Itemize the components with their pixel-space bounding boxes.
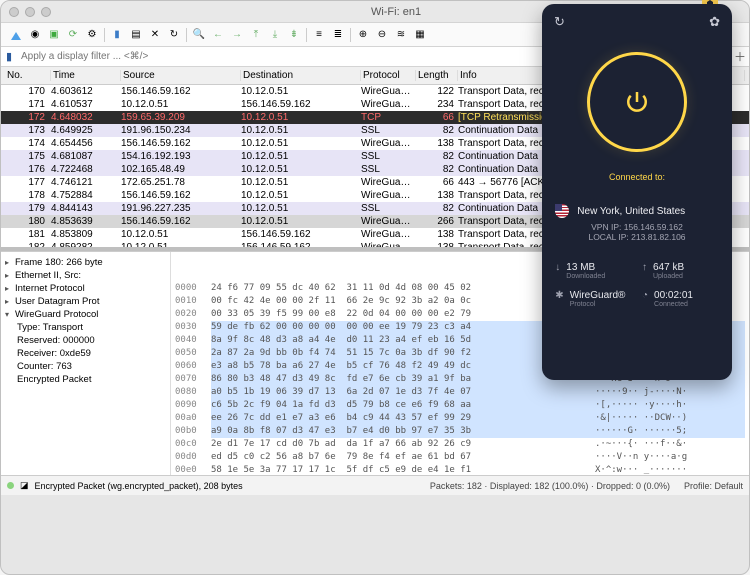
minimize-icon[interactable] <box>25 7 35 17</box>
col-destination[interactable]: Destination <box>241 70 361 81</box>
col-no[interactable]: No. <box>5 70 51 81</box>
status-packet-counts: Packets: 182 · Displayed: 182 (100.0%) ·… <box>430 481 670 491</box>
zoom-in-icon[interactable]: ⊕ <box>356 28 370 42</box>
uploaded-value: 647 kB <box>653 262 684 273</box>
autoscroll-icon[interactable]: ⇟ <box>287 28 301 42</box>
hex-row[interactable]: 0080a0 b5 1b 19 06 39 d7 13 6a 2d 07 1e … <box>175 386 745 399</box>
reload-icon[interactable]: ↻ <box>167 28 181 42</box>
upload-icon: ↑ <box>642 262 647 274</box>
clock-icon: ◔ <box>642 290 648 302</box>
align-icon[interactable]: ≣ <box>331 28 345 42</box>
packet-details-pane[interactable]: ▸Frame 180: 266 byte ▸Ethernet II, Src: … <box>1 252 171 475</box>
zoom-out-icon[interactable]: ⊖ <box>375 28 389 42</box>
col-protocol[interactable]: Protocol <box>361 70 416 81</box>
protocol-icon: ✱ <box>555 290 563 302</box>
expert-info-icon[interactable] <box>7 482 14 489</box>
hex-row[interactable]: 00c02e d1 7e 17 cd d0 7b ad da 1f a7 66 … <box>175 438 745 451</box>
tree-wg-counter[interactable]: Counter: 763 <box>17 360 72 373</box>
refresh-icon[interactable]: ↻ <box>554 14 565 30</box>
tree-frame[interactable]: Frame 180: 266 byte <box>15 256 103 269</box>
tree-ip[interactable]: Internet Protocol <box>15 282 85 295</box>
col-time[interactable]: Time <box>51 70 121 81</box>
hex-row[interactable]: 0090c6 5b 2c f9 04 1a fd d3 d5 79 b8 ce … <box>175 399 745 412</box>
close-file-icon[interactable]: ✕ <box>148 28 162 42</box>
status-packet-field: Encrypted Packet (wg.encrypted_packet), … <box>35 481 243 491</box>
save-file-icon[interactable]: ▤ <box>129 28 143 42</box>
add-filter-expr-button[interactable]: ＋ <box>731 48 749 65</box>
statusbar: ◪ Encrypted Packet (wg.encrypted_packet)… <box>1 475 749 495</box>
find-icon[interactable]: 🔍 <box>192 28 206 42</box>
download-icon: ↓ <box>555 262 560 274</box>
settings-icon[interactable]: ✿ <box>709 14 720 30</box>
protocol-value: WireGuard® <box>570 290 626 301</box>
tree-ethernet[interactable]: Ethernet II, Src: <box>15 269 81 282</box>
start-capture-icon[interactable]: ▣ <box>47 28 61 42</box>
power-toggle-button[interactable] <box>587 52 687 152</box>
vpn-panel: ↻ ✿ Connected to: New York, United State… <box>542 4 732 380</box>
next-packet-icon[interactable]: → <box>230 28 244 42</box>
hex-row[interactable]: 00b0a9 0a 8b f8 07 d3 47 e3 b7 e4 d0 bb … <box>175 425 745 438</box>
colorize-icon[interactable]: ≡ <box>312 28 326 42</box>
hex-row[interactable]: 00d0ed d5 c0 c2 56 a8 b7 6e 79 8e f4 ef … <box>175 451 745 464</box>
restart-capture-icon[interactable]: ⟳ <box>66 28 80 42</box>
prev-packet-icon[interactable]: ← <box>211 28 225 42</box>
tree-wg-type[interactable]: Type: Transport <box>17 321 83 334</box>
tree-udp[interactable]: User Datagram Prot <box>15 295 99 308</box>
zoom-reset-icon[interactable]: ≋ <box>394 28 408 42</box>
tree-wireguard[interactable]: WireGuard Protocol <box>15 308 98 321</box>
fin-icon[interactable] <box>9 28 23 42</box>
capture-file-icon[interactable]: ◪ <box>20 480 29 491</box>
local-ip: 213.81.82.106 <box>631 232 685 242</box>
downloaded-value: 13 MB <box>566 262 605 273</box>
bookmark-filter-icon[interactable]: ▮ <box>1 50 17 63</box>
vpn-ip: 156.146.59.162 <box>624 222 683 232</box>
col-length[interactable]: Length <box>416 70 458 81</box>
tree-wg-reserved[interactable]: Reserved: 000000 <box>17 334 95 347</box>
connected-to-label: Connected to: <box>609 172 665 182</box>
col-source[interactable]: Source <box>121 70 241 81</box>
hex-row[interactable]: 00e058 1e 5e 3a 77 17 17 1c 5f df c5 e9 … <box>175 464 745 475</box>
tree-wg-encrypted[interactable]: Encrypted Packet <box>17 373 91 386</box>
capture-filters-icon[interactable]: ⚙ <box>85 28 99 42</box>
status-profile[interactable]: Profile: Default <box>684 481 743 491</box>
hex-row[interactable]: 00a0ee 26 7c dd e1 e7 a3 e6 b4 c9 44 43 … <box>175 412 745 425</box>
vpn-location[interactable]: New York, United States <box>577 206 685 217</box>
resize-columns-icon[interactable]: ▦ <box>413 28 427 42</box>
us-flag-icon <box>555 204 569 218</box>
jump-to-last-icon[interactable]: ⤓ <box>268 28 282 42</box>
connected-time: 00:02:01 <box>654 290 693 301</box>
close-icon[interactable] <box>9 7 19 17</box>
capture-options-icon[interactable]: ◉ <box>28 28 42 42</box>
traffic-lights[interactable] <box>9 7 51 17</box>
open-file-icon[interactable]: ▮ <box>110 28 124 42</box>
tree-wg-receiver[interactable]: Receiver: 0xde59 <box>17 347 91 360</box>
jump-to-first-icon[interactable]: ⤒ <box>249 28 263 42</box>
zoom-icon[interactable] <box>41 7 51 17</box>
